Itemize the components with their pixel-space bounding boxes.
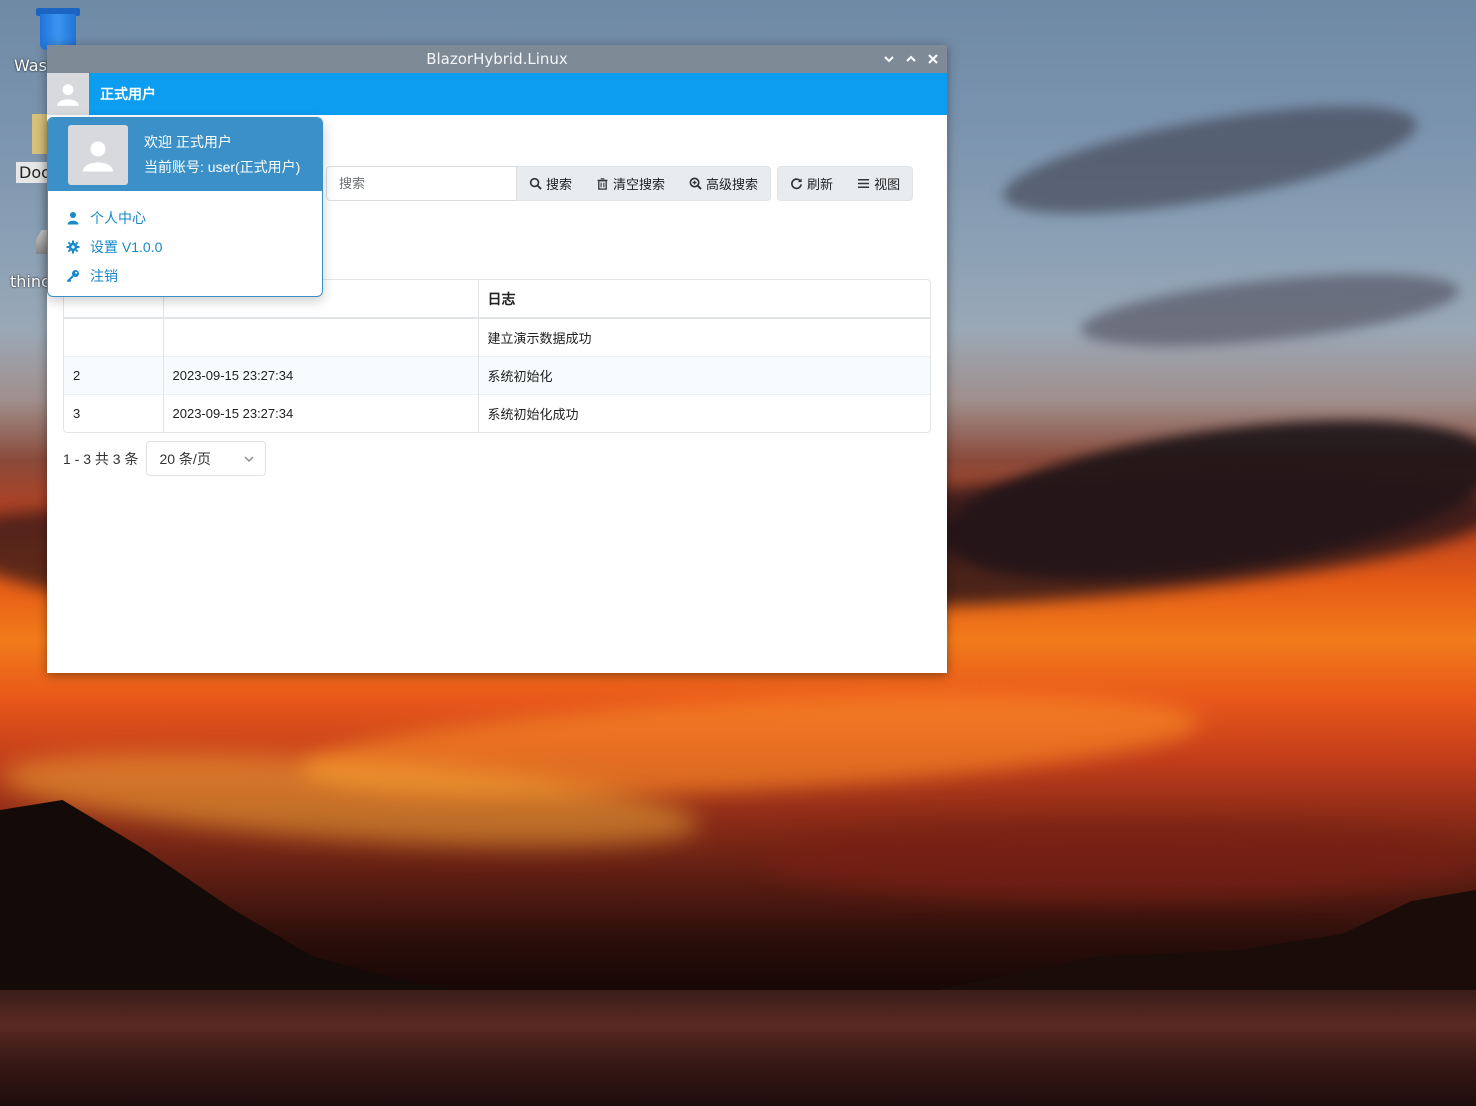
cell-id: 3 bbox=[64, 393, 164, 432]
cell-time bbox=[163, 317, 479, 356]
table-toolbar: 搜索 清空搜索 高级搜索 刷新 视图 bbox=[326, 166, 914, 201]
clear-search-label: 清空搜索 bbox=[613, 177, 666, 192]
log-table: 日志 建立演示数据成功 2 2023-09-15 23:27:34 系统初始化 bbox=[63, 279, 931, 433]
pagination: 1 - 3 共 3 条 20 条/页 bbox=[63, 441, 267, 476]
search-icon bbox=[529, 177, 542, 190]
search-button-label: 搜索 bbox=[546, 177, 573, 192]
table-row[interactable]: 2 2023-09-15 23:27:34 系统初始化 bbox=[64, 355, 930, 394]
refresh-icon bbox=[791, 178, 803, 190]
chevron-up-icon bbox=[906, 55, 916, 62]
close-icon bbox=[928, 54, 938, 64]
user-menu-header: 欢迎 正式用户 当前账号: user(正式用户) bbox=[48, 118, 322, 191]
menu-item-label: 注销 bbox=[90, 267, 118, 284]
user-avatar-icon bbox=[83, 141, 113, 171]
cell-id: 2 bbox=[64, 355, 164, 394]
chevron-down-icon bbox=[244, 456, 254, 462]
search-button[interactable]: 搜索 bbox=[517, 167, 584, 200]
cell-log: 系统初始化成功 bbox=[478, 393, 930, 432]
minimize-button[interactable] bbox=[881, 49, 897, 69]
list-icon bbox=[857, 179, 870, 188]
cell-log: 系统初始化 bbox=[478, 355, 930, 394]
table-row[interactable]: 建立演示数据成功 bbox=[64, 317, 930, 356]
view-button[interactable]: 视图 bbox=[845, 167, 912, 200]
cell-time: 2023-09-15 23:27:34 bbox=[163, 393, 479, 432]
key-icon bbox=[66, 269, 79, 282]
window-title: BlazorHybrid.Linux bbox=[426, 50, 568, 68]
user-avatar-icon bbox=[57, 84, 79, 106]
cell-id bbox=[64, 317, 164, 356]
gear-icon bbox=[66, 240, 80, 253]
refresh-button[interactable]: 刷新 bbox=[778, 167, 845, 200]
view-button-group: 刷新 视图 bbox=[777, 166, 914, 201]
table-row[interactable]: 3 2023-09-15 23:27:34 系统初始化成功 bbox=[64, 393, 930, 432]
menu-item-settings[interactable]: 设置 V1.0.0 bbox=[48, 232, 322, 261]
menu-item-label: 设置 V1.0.0 bbox=[90, 238, 163, 255]
view-label: 视图 bbox=[874, 177, 901, 192]
advanced-search-label: 高级搜索 bbox=[706, 177, 759, 192]
avatar[interactable] bbox=[47, 73, 89, 115]
user-dropdown-menu: 欢迎 正式用户 当前账号: user(正式用户) 个人中心 设置 V1.0.0 … bbox=[47, 117, 323, 297]
avatar bbox=[68, 124, 128, 185]
current-account-text: 当前账号: user(正式用户) bbox=[144, 158, 301, 175]
menu-item-label: 个人中心 bbox=[90, 209, 146, 226]
zoom-in-icon bbox=[689, 177, 702, 190]
cell-log: 建立演示数据成功 bbox=[478, 317, 930, 356]
app-header: 正式用户 bbox=[47, 73, 947, 115]
clear-search-button[interactable]: 清空搜索 bbox=[584, 167, 677, 200]
user-icon bbox=[67, 211, 79, 224]
page-size-value: 20 条/页 bbox=[159, 450, 211, 467]
page-size-select[interactable]: 20 条/页 bbox=[146, 441, 267, 476]
search-input[interactable] bbox=[326, 166, 517, 201]
thinc-label[interactable]: thinc bbox=[10, 272, 50, 291]
menu-item-logout[interactable]: 注销 bbox=[48, 261, 322, 290]
welcome-text: 欢迎 正式用户 bbox=[144, 133, 232, 150]
maximize-button[interactable] bbox=[903, 49, 919, 69]
window-titlebar[interactable]: BlazorHybrid.Linux bbox=[47, 45, 947, 73]
advanced-search-button[interactable]: 高级搜索 bbox=[677, 167, 770, 200]
trash-icon bbox=[597, 178, 608, 190]
column-header-log[interactable]: 日志 bbox=[478, 280, 930, 319]
search-button-group: 搜索 清空搜索 高级搜索 bbox=[517, 166, 772, 201]
menu-item-profile[interactable]: 个人中心 bbox=[48, 203, 322, 232]
chevron-down-icon bbox=[884, 56, 894, 63]
current-user-name[interactable]: 正式用户 bbox=[100, 84, 156, 104]
user-menu-items: 个人中心 设置 V1.0.0 注销 bbox=[48, 191, 322, 290]
cell-time: 2023-09-15 23:27:34 bbox=[163, 355, 479, 394]
pagination-summary: 1 - 3 共 3 条 bbox=[63, 450, 139, 467]
window-controls bbox=[881, 49, 941, 69]
close-button[interactable] bbox=[925, 49, 941, 69]
refresh-label: 刷新 bbox=[807, 177, 834, 192]
